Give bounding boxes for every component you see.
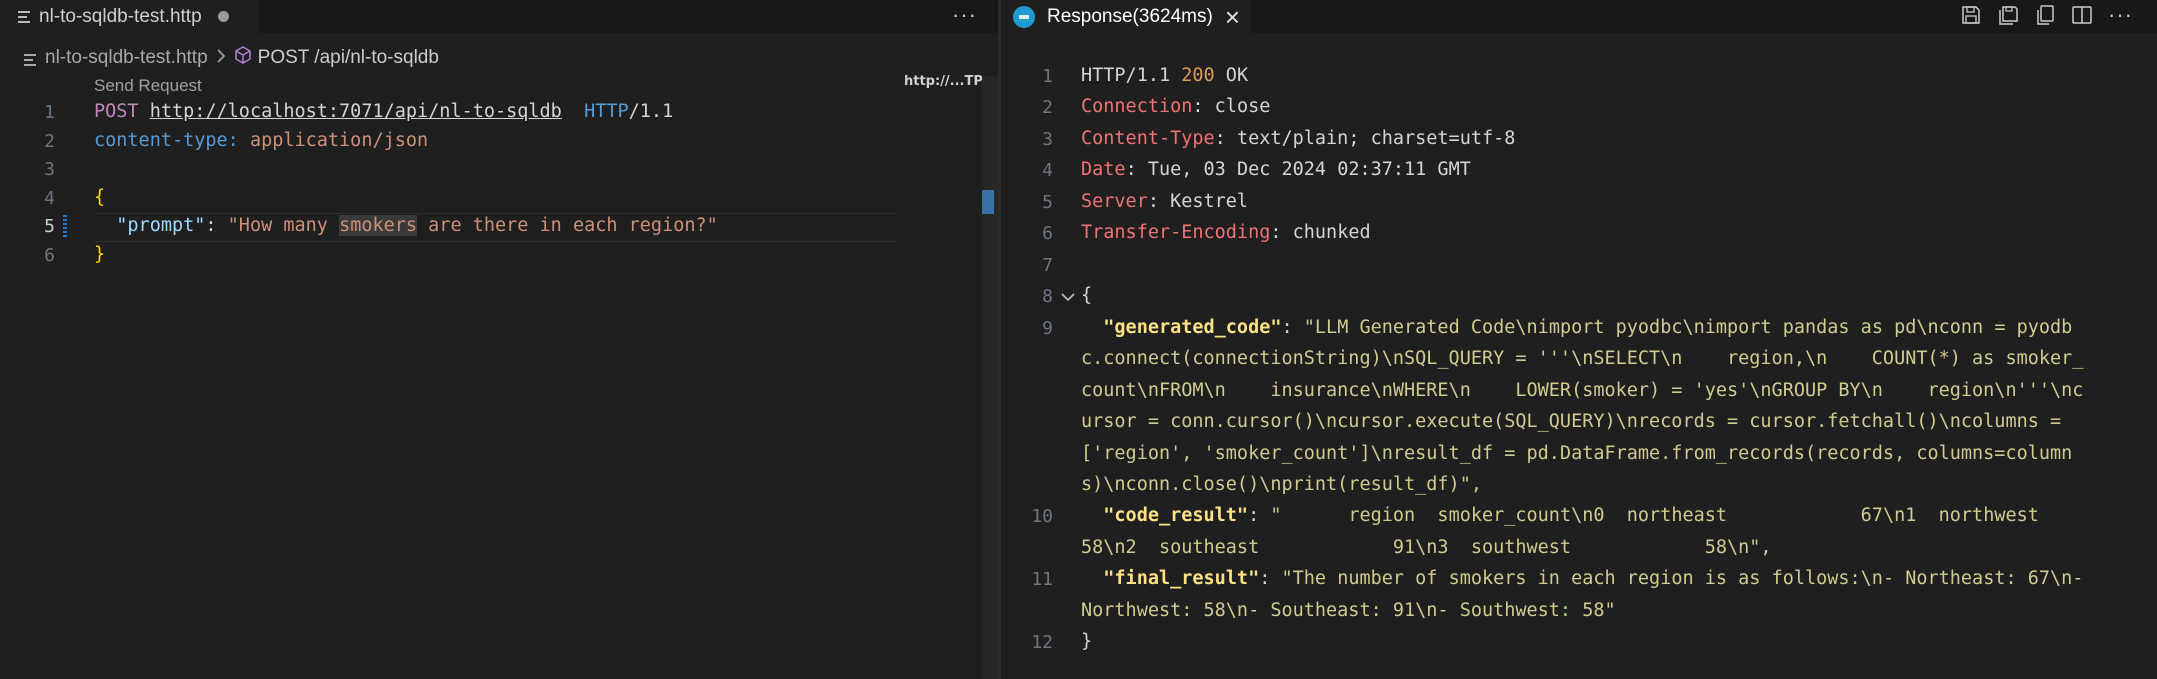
header-line: Server: Kestrel (1081, 191, 1249, 212)
json-wrapped-line: 58\n2 southeast 91\n3 southwest 58\n", (1081, 537, 1772, 558)
line-number: 4 (44, 188, 55, 209)
json-code-result: "code_result": " region smoker_count\n0 … (1103, 505, 2039, 526)
response-viewer: Response(3624ms) × ··· 1 2 3 4 5 6 7 8 9… (1001, 0, 2157, 679)
line-number: 4 (1042, 160, 1053, 181)
line-number: 7 (1042, 255, 1053, 276)
json-close-brace: } (1081, 631, 1093, 652)
breadcrumb-request[interactable]: POST /api/nl-to-sqldb (258, 47, 439, 69)
code-line-6[interactable]: } (94, 244, 105, 265)
line-number: 3 (1042, 129, 1053, 150)
right-tab-bar: Response(3624ms) × ··· (1001, 0, 2157, 33)
line-number: 6 (44, 245, 55, 266)
save-body-icon[interactable] (1997, 4, 2019, 31)
cube-icon (234, 46, 252, 70)
code-line-5[interactable]: "prompt": "How many smokers are there in… (94, 215, 718, 236)
line-number: 5 (1042, 192, 1053, 213)
more-actions-button[interactable]: ··· (952, 2, 977, 28)
split-editor-icon[interactable] (2071, 4, 2093, 31)
line-number: 6 (1042, 223, 1053, 244)
copy-icon[interactable] (2034, 4, 2056, 31)
minimap-text: http://...TP (904, 74, 982, 89)
line-number: 1 (44, 102, 55, 123)
fold-chevron-down-icon[interactable] (1061, 290, 1075, 308)
line-number: 10 (1031, 506, 1053, 527)
status-line: HTTP/1.1 200 OK (1081, 65, 1249, 86)
json-open-brace: { (1081, 285, 1093, 306)
file-lines-icon (24, 51, 36, 66)
unsaved-dot-icon[interactable] (217, 11, 229, 22)
header-line: Connection: close (1081, 96, 1271, 117)
line-number: 11 (1031, 569, 1053, 590)
scrollbar-marker (982, 190, 994, 214)
tab-response[interactable]: Response(3624ms) × (1001, 0, 1251, 33)
breadcrumb: nl-to-sqldb-test.http POST /api/nl-to-sq… (24, 44, 439, 72)
line-number: 3 (44, 159, 55, 180)
json-wrapped-line: Northwest: 58\n- Southeast: 91\n- Southw… (1081, 600, 1616, 621)
more-actions-button[interactable]: ··· (2108, 2, 2133, 28)
request-editor: nl-to-sqldb-test.http ··· nl-to-sqldb-te… (0, 0, 998, 679)
tab-title: Response(3624ms) (1047, 5, 1213, 27)
header-line: Date: Tue, 03 Dec 2024 02:37:11 GMT (1081, 159, 1471, 180)
json-final-result: "final_result": "The number of smokers i… (1103, 568, 2084, 589)
send-request-codelens[interactable]: Send Request (94, 76, 202, 96)
save-response-icon[interactable] (1960, 4, 1982, 31)
tab-title: nl-to-sqldb-test.http (39, 5, 202, 27)
header-line: Content-Type: text/plain; charset=utf-8 (1081, 128, 1516, 149)
close-tab-button[interactable]: × (1225, 4, 1240, 30)
modified-line-gutter (63, 215, 67, 239)
line-number-active: 5 (44, 216, 55, 237)
minimap-slider[interactable] (982, 76, 998, 679)
json-wrapped-line: c.connect(connectionString)\nSQL_QUERY =… (1081, 348, 2084, 369)
response-globe-icon (1013, 5, 1035, 28)
breadcrumb-file[interactable]: nl-to-sqldb-test.http (45, 47, 208, 69)
tab-nl-to-sqldb-test[interactable]: nl-to-sqldb-test.http (0, 0, 258, 33)
line-number: 2 (1042, 97, 1053, 118)
json-generated-code: "generated_code": "LLM Generated Code\ni… (1103, 317, 2073, 338)
word-highlight: smokers (339, 215, 418, 236)
json-wrapped-line: s)\nconn.close()\nprint(result_df)", (1081, 474, 1482, 495)
line-number: 2 (44, 131, 55, 152)
code-line-4[interactable]: { (94, 187, 105, 208)
line-number: 12 (1031, 632, 1053, 653)
code-line-2[interactable]: content-type: application/json (94, 130, 428, 151)
line-number: 1 (1042, 66, 1053, 87)
json-wrapped-line: count\nFROM\n insurance\nWHERE\n LOWER(s… (1081, 380, 2084, 401)
json-wrapped-line: ursor = conn.cursor()\ncursor.execute(SQ… (1081, 411, 2062, 432)
line-number: 9 (1042, 318, 1053, 339)
chevron-right-icon (216, 47, 226, 69)
line-number: 8 (1042, 286, 1053, 307)
file-lines-icon (18, 10, 30, 24)
header-line: Transfer-Encoding: chunked (1081, 222, 1371, 243)
left-tab-bar: nl-to-sqldb-test.http ··· (0, 0, 998, 33)
code-line-1[interactable]: POST http://localhost:7071/api/nl-to-sql… (94, 101, 673, 122)
json-wrapped-line: ['region', 'smoker_count']\nresult_df = … (1081, 443, 2073, 464)
request-url-link[interactable]: http://localhost:7071/api/nl-to-sqldb (150, 101, 562, 122)
